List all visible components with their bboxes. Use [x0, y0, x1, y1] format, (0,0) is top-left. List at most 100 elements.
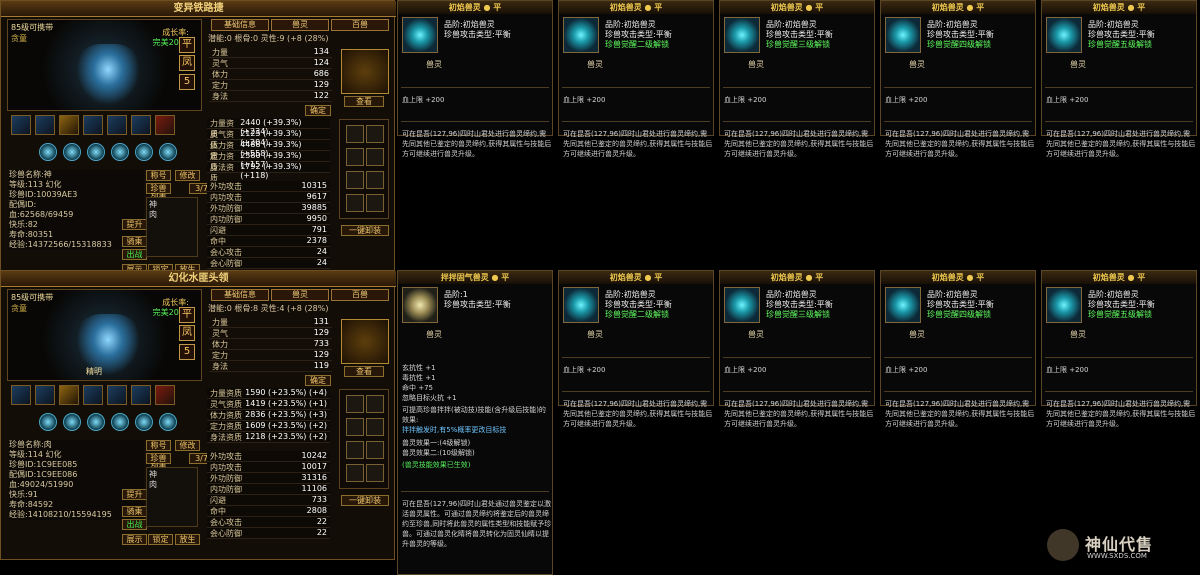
skill-icon[interactable]: [107, 385, 127, 405]
stat-row: 体力 686: [209, 69, 332, 80]
equip-slot[interactable]: [366, 171, 384, 189]
tab[interactable]: 基础信息: [211, 289, 269, 301]
skill-icon[interactable]: [155, 385, 175, 405]
spirit-meta: 品阶:初焰兽灵 珍兽攻击类型:平衡 珍兽觉醒三级解锁: [766, 290, 833, 320]
upgrade-button[interactable]: 提升: [122, 219, 147, 230]
equip-slot[interactable]: [366, 464, 384, 482]
skill-row: [11, 115, 201, 137]
spirit-tooltip: 初焰兽灵 ● 平品阶:初焰兽灵 珍兽攻击类型:平衡 珍兽觉醒五级解锁 兽灵 血上限 +2…: [1041, 270, 1197, 428]
side-button[interactable]: 5: [179, 74, 195, 90]
pet-list-label[interactable]: 珍兽列表: [146, 453, 171, 472]
side-button[interactable]: 凤: [179, 55, 195, 71]
equip-slot[interactable]: [366, 395, 384, 413]
skill-icon[interactable]: [11, 385, 31, 405]
side-button[interactable]: 5: [179, 344, 195, 360]
equip-slot[interactable]: [346, 194, 364, 212]
equip-slot[interactable]: [346, 395, 364, 413]
hp-bonus: 血上限 +200: [563, 366, 606, 374]
skill-icon[interactable]: [59, 385, 79, 405]
soul-orb[interactable]: [135, 413, 153, 431]
equip-slot[interactable]: [366, 148, 384, 166]
battle-button[interactable]: 出战: [122, 249, 147, 260]
confirm-button[interactable]: 确定: [305, 105, 331, 116]
equip-slot[interactable]: [366, 418, 384, 436]
combat-name: 会心防御: [210, 259, 242, 268]
pet-list-item[interactable]: 神: [149, 200, 195, 210]
release-button[interactable]: 放生: [175, 534, 200, 545]
rename-button[interactable]: 修改: [175, 170, 200, 181]
combat-row: 会心防御 24: [207, 258, 330, 269]
skill-icon[interactable]: [155, 115, 175, 135]
equip-slot[interactable]: [346, 464, 364, 482]
combat-value: 31316: [301, 473, 327, 482]
soul-orb[interactable]: [39, 413, 57, 431]
soul-orb[interactable]: [135, 143, 153, 161]
soul-orb[interactable]: [111, 413, 129, 431]
view-button[interactable]: 查看: [344, 366, 384, 377]
equip-slot[interactable]: [366, 441, 384, 459]
battle-button[interactable]: 出战: [122, 519, 147, 530]
tab[interactable]: 兽灵: [271, 289, 329, 301]
tab[interactable]: 百兽: [331, 19, 389, 31]
skill-icon[interactable]: [59, 115, 79, 135]
rank: 品阶:初焰兽灵: [766, 20, 817, 29]
combat-name: 会心攻击: [210, 518, 242, 527]
tab[interactable]: 基础信息: [211, 19, 269, 31]
title-button[interactable]: 称号: [146, 170, 171, 181]
spirit-meta: 品阶:初焰兽灵 珍兽攻击类型:平衡 珍兽觉醒二级解锁: [605, 20, 672, 50]
attack-type: 珍兽攻击类型:平衡: [444, 30, 511, 39]
skill-icon[interactable]: [83, 115, 103, 135]
equip-slot[interactable]: [346, 148, 364, 166]
skill-icon[interactable]: [35, 385, 55, 405]
side-button[interactable]: 平: [179, 37, 195, 53]
skill-icon[interactable]: [11, 115, 31, 135]
title-button[interactable]: 称号: [146, 440, 171, 451]
combat-row: 闪避 791: [207, 225, 330, 236]
upgrade-button[interactable]: 提升: [122, 489, 147, 500]
unequip-all-button[interactable]: 一键卸装: [341, 225, 389, 236]
lock-button[interactable]: 锁定: [148, 534, 173, 545]
soul-orb[interactable]: [159, 413, 177, 431]
confirm-button[interactable]: 确定: [305, 375, 331, 386]
soul-orb[interactable]: [111, 143, 129, 161]
pet-list-item[interactable]: 神: [149, 470, 195, 480]
equip-slot[interactable]: [346, 125, 364, 143]
soul-orb[interactable]: [63, 413, 81, 431]
aptitude-row: 身法资质 1792 (+39.3%) (+118): [207, 162, 330, 183]
skill-icon[interactable]: [35, 115, 55, 135]
pet-list-item[interactable]: 肉: [149, 480, 195, 490]
side-button[interactable]: 平: [179, 307, 195, 323]
soul-orb[interactable]: [87, 143, 105, 161]
rename-button[interactable]: 修改: [175, 440, 200, 451]
soul-orb[interactable]: [39, 143, 57, 161]
equip-slot[interactable]: [346, 441, 364, 459]
stat-row: 灵气 124: [209, 58, 332, 69]
show-button[interactable]: 展示: [122, 534, 147, 545]
skill-icon[interactable]: [83, 385, 103, 405]
divider: [401, 491, 549, 492]
pet-list-label[interactable]: 珍兽列表: [146, 183, 171, 202]
equip-slot[interactable]: [346, 171, 364, 189]
equip-slot[interactable]: [346, 418, 364, 436]
ride-button[interactable]: 骑乘: [122, 506, 147, 517]
side-button[interactable]: 凤: [179, 325, 195, 341]
skill-icon[interactable]: [131, 385, 151, 405]
aptitude-list: 力量资质 2440 (+39.3%) (+234) 灵气资质 2125 (+39.3%…: [207, 118, 330, 183]
combat-row: 内功攻击 9617: [207, 192, 330, 203]
equip-slot[interactable]: [366, 194, 384, 212]
tab[interactable]: 兽灵: [271, 19, 329, 31]
ride-button[interactable]: 骑乘: [122, 236, 147, 247]
unequip-all-button[interactable]: 一键卸装: [341, 495, 389, 506]
view-button[interactable]: 查看: [344, 96, 384, 107]
attack-type: 珍兽攻击类型:平衡: [1088, 30, 1155, 39]
soul-orb[interactable]: [87, 413, 105, 431]
soul-orb[interactable]: [159, 143, 177, 161]
tab[interactable]: 百兽: [331, 289, 389, 301]
skill-icon[interactable]: [107, 115, 127, 135]
equip-slot[interactable]: [366, 125, 384, 143]
stat-name: 力量: [212, 48, 228, 57]
soul-orb[interactable]: [63, 143, 81, 161]
pet-list-item[interactable]: 肉: [149, 210, 195, 220]
skill-icon[interactable]: [131, 115, 151, 135]
aptitude-value: 1792 (+39.3%) (+118): [240, 162, 302, 180]
